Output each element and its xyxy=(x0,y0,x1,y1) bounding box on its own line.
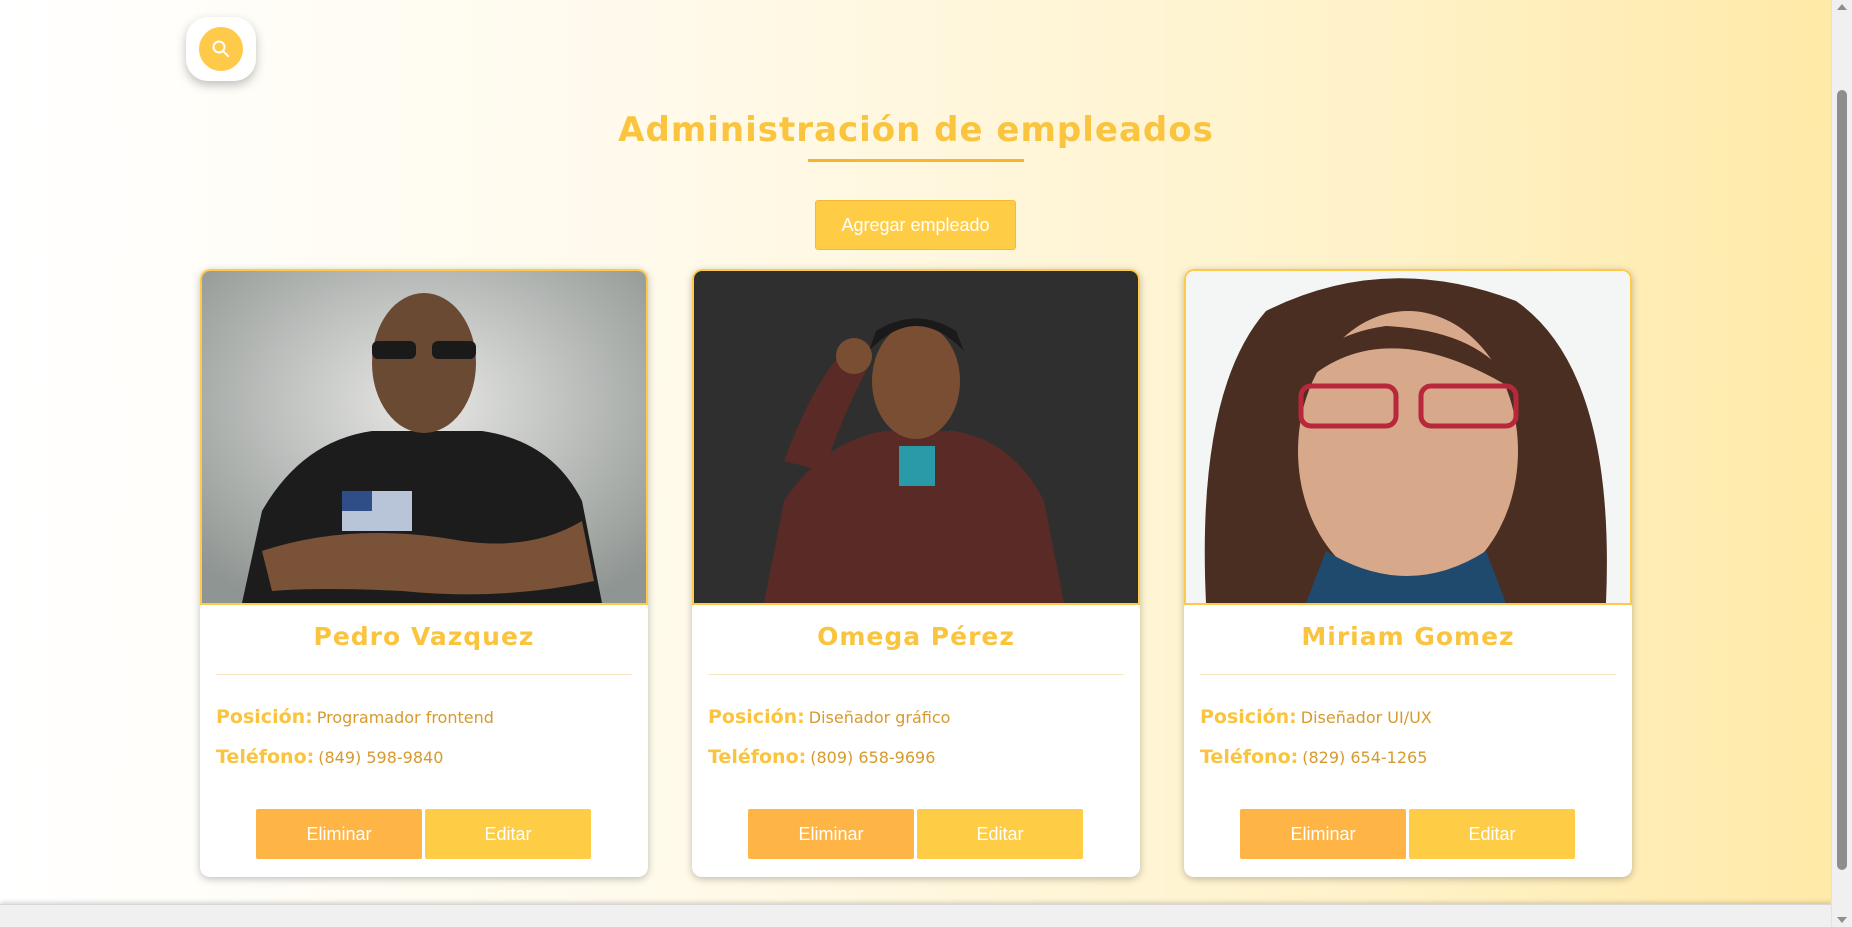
horizontal-scrollbar[interactable] xyxy=(0,904,1832,927)
position-value: Diseñador gráfico xyxy=(808,708,951,727)
position-label: Posición: xyxy=(216,706,313,728)
position-row: Posición: Programador frontend xyxy=(216,706,494,728)
employee-photo xyxy=(200,269,648,605)
employee-card: Miriam Gomez Posición: Diseñador UI/UX Te… xyxy=(1184,269,1632,877)
search-icon xyxy=(212,40,229,57)
employee-card: Pedro Vazquez Posición: Programador front… xyxy=(200,269,648,877)
phone-label: Teléfono: xyxy=(708,746,807,768)
employee-name: Miriam Gomez xyxy=(1301,622,1515,651)
position-row: Posición: Diseñador UI/UX xyxy=(1200,706,1432,728)
phone-row: Teléfono: (809) 658-9696 xyxy=(708,746,935,768)
employee-name: Omega Pérez xyxy=(817,622,1015,651)
edit-button[interactable]: Editar xyxy=(425,809,591,859)
scroll-up-arrow-icon[interactable] xyxy=(1837,4,1847,10)
phone-row: Teléfono: (829) 654-1265 xyxy=(1200,746,1427,768)
delete-button[interactable]: Eliminar xyxy=(1240,809,1406,859)
vertical-scrollbar[interactable] xyxy=(1831,0,1852,927)
search-button-circle xyxy=(199,27,243,71)
divider xyxy=(708,674,1124,675)
phone-value: (849) 598-9840 xyxy=(318,748,444,767)
page-title: Administración de empleados xyxy=(618,110,1214,150)
scroll-down-arrow-icon[interactable] xyxy=(1837,917,1847,923)
add-employee-button[interactable]: Agregar empleado xyxy=(815,200,1016,250)
employee-card: Omega Pérez Posición: Diseñador gráfico T… xyxy=(692,269,1140,877)
employee-photo xyxy=(1184,269,1632,605)
position-label: Posición: xyxy=(1200,706,1297,728)
position-row: Posición: Diseñador gráfico xyxy=(708,706,950,728)
employee-name: Pedro Vazquez xyxy=(313,622,535,651)
position-value: Programador frontend xyxy=(316,708,494,727)
scrollbar-thumb[interactable] xyxy=(1837,90,1847,870)
page: Administración de empleados Agregar empl… xyxy=(0,0,1832,905)
edit-button[interactable]: Editar xyxy=(1409,809,1575,859)
phone-value: (809) 658-9696 xyxy=(810,748,936,767)
phone-value: (829) 654-1265 xyxy=(1302,748,1428,767)
delete-button[interactable]: Eliminar xyxy=(748,809,914,859)
phone-row: Teléfono: (849) 598-9840 xyxy=(216,746,443,768)
employee-photo xyxy=(692,269,1140,605)
divider xyxy=(216,674,632,675)
divider xyxy=(1200,674,1616,675)
phone-label: Teléfono: xyxy=(1200,746,1299,768)
search-button[interactable] xyxy=(186,17,256,81)
title-underline xyxy=(808,159,1024,162)
phone-label: Teléfono: xyxy=(216,746,315,768)
position-value: Diseñador UI/UX xyxy=(1300,708,1432,727)
delete-button[interactable]: Eliminar xyxy=(256,809,422,859)
edit-button[interactable]: Editar xyxy=(917,809,1083,859)
position-label: Posición: xyxy=(708,706,805,728)
